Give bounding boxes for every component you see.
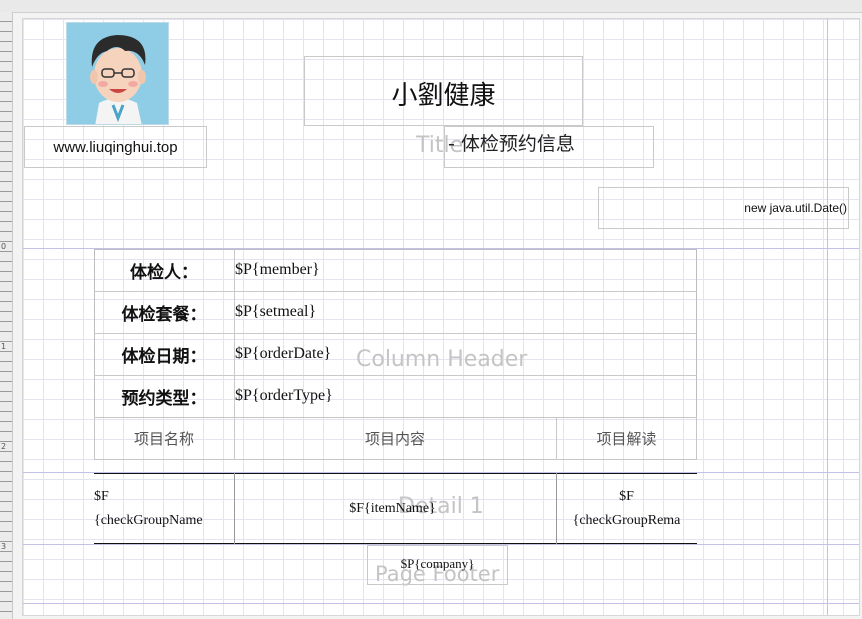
cartoon-avatar-icon xyxy=(67,23,168,124)
column-header-content[interactable]: 项目内容 xyxy=(234,417,556,460)
order-date-label: 体检日期： xyxy=(121,346,207,367)
company-field[interactable]: $P{company} xyxy=(367,553,508,575)
report-subtitle: - 体检预约信息 xyxy=(448,132,575,155)
detail-field-check-group-remark[interactable]: $F {checkGroupRema xyxy=(556,473,697,544)
setmeal-label: 体检套餐： xyxy=(121,304,207,325)
ruler-mark: 1 xyxy=(1,342,7,351)
ruler-mark: 0 xyxy=(1,242,7,251)
vertical-ruler: 0 1 2 3 xyxy=(0,12,13,619)
ruler-mark: 3 xyxy=(1,542,7,551)
member-field[interactable]: $P{member} xyxy=(234,249,696,291)
member-label: 体检人： xyxy=(130,262,198,283)
ruler-mark: 2 xyxy=(1,442,7,451)
setmeal-field[interactable]: $P{setmeal} xyxy=(234,291,696,333)
website-text: www.liuqinghui.top xyxy=(53,138,178,156)
order-type-label: 预约类型： xyxy=(121,388,207,409)
window-top-bar xyxy=(0,0,862,13)
band-separator[interactable] xyxy=(23,603,859,604)
detail-field-item-name[interactable]: $F{itemName} xyxy=(234,473,556,544)
margin-guide xyxy=(827,19,828,615)
column-header-remark[interactable]: 项目解读 xyxy=(556,417,697,460)
report-title: 小劉健康 xyxy=(391,80,496,111)
date-expression: new java.util.Date() xyxy=(744,201,847,215)
band-label-column-header: Column Header xyxy=(356,347,528,372)
column-header-name[interactable]: 项目名称 xyxy=(94,417,234,460)
detail-field-check-group-name[interactable]: $F {checkGroupName xyxy=(94,473,234,544)
avatar-image[interactable] xyxy=(66,22,169,125)
order-type-field[interactable]: $P{orderType} xyxy=(234,375,696,417)
